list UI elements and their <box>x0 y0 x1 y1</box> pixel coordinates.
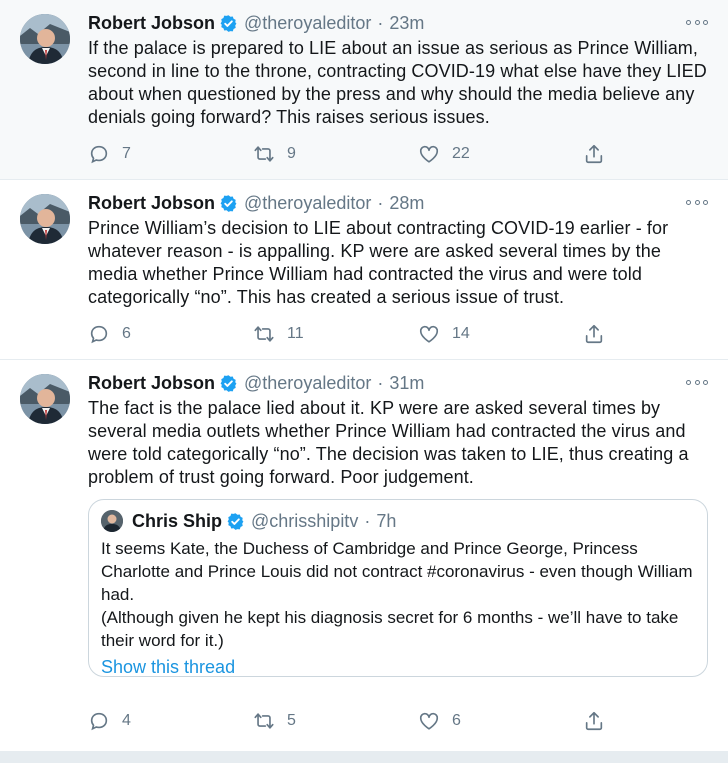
retweet-icon <box>254 326 274 342</box>
share-button[interactable] <box>583 322 605 346</box>
separator: · <box>377 192 384 213</box>
like-count: 14 <box>452 325 470 342</box>
tweet[interactable]: Robert Jobson @theroyaleditor · 23m If t… <box>0 0 728 180</box>
share-button[interactable] <box>583 709 605 733</box>
verified-badge-icon <box>219 194 238 213</box>
reply-button[interactable]: 4 <box>88 709 131 733</box>
quoted-text-para-1: It seems Kate, the Duchess of Cambridge … <box>101 539 693 604</box>
timestamp[interactable]: 31m <box>389 373 424 394</box>
avatar[interactable] <box>20 14 70 64</box>
avatar[interactable] <box>20 194 70 244</box>
reply-count: 7 <box>122 145 131 162</box>
reply-button[interactable]: 6 <box>88 322 131 346</box>
timestamp[interactable]: 28m <box>389 193 424 214</box>
heart-icon <box>419 145 439 163</box>
separator: · <box>377 12 384 33</box>
like-button[interactable]: 14 <box>418 322 470 346</box>
reply-icon <box>90 325 108 344</box>
tweet-actions: 6 11 14 <box>88 322 708 346</box>
quoted-author-handle: @chrisshipitv <box>251 510 359 531</box>
tweet[interactable]: Robert Jobson @theroyaleditor · 31m The … <box>0 360 728 752</box>
tweet-actions: 7 9 22 <box>88 142 708 166</box>
quoted-tweet[interactable]: Chris Ship @chrisshipitv · 7h It seems K… <box>88 499 708 677</box>
share-icon <box>585 144 603 164</box>
quoted-text-para-2: (Although given he kept his diagnosis se… <box>101 608 679 650</box>
author-name[interactable]: Robert Jobson <box>88 373 215 394</box>
retweet-count: 5 <box>287 712 296 729</box>
quoted-tweet-text: It seems Kate, the Duchess of Cambridge … <box>101 537 695 652</box>
verified-badge-icon <box>219 14 238 33</box>
like-button[interactable]: 6 <box>418 709 461 733</box>
tweet-actions: 4 5 6 <box>88 709 708 733</box>
timeline-divider <box>0 752 728 763</box>
retweet-count: 11 <box>287 325 304 342</box>
timestamp[interactable]: 23m <box>389 13 424 34</box>
author-handle[interactable]: @theroyaleditor <box>244 373 371 394</box>
author-name[interactable]: Robert Jobson <box>88 193 215 214</box>
separator: · <box>377 372 384 393</box>
more-options-icon[interactable] <box>686 15 708 29</box>
tweet[interactable]: Robert Jobson @theroyaleditor · 28m Prin… <box>0 180 728 360</box>
heart-icon <box>419 712 439 730</box>
reply-count: 6 <box>122 325 131 342</box>
quoted-avatar <box>101 510 123 532</box>
tweet-text: The fact is the palace lied about it. KP… <box>88 398 689 487</box>
heart-icon <box>419 325 439 343</box>
avatar[interactable] <box>20 374 70 424</box>
author-handle[interactable]: @theroyaleditor <box>244 193 371 214</box>
author-handle[interactable]: @theroyaleditor <box>244 13 371 34</box>
reply-button[interactable]: 7 <box>88 142 131 166</box>
retweet-icon <box>254 146 274 162</box>
tweet-header: Robert Jobson @theroyaleditor · 28m <box>88 191 708 215</box>
more-options-icon[interactable] <box>686 195 708 209</box>
like-button[interactable]: 22 <box>418 142 470 166</box>
quoted-timestamp: 7h <box>376 510 397 531</box>
timeline: Robert Jobson @theroyaleditor · 23m If t… <box>0 0 728 763</box>
show-thread-link[interactable]: Show this thread <box>101 657 695 678</box>
quoted-tweet-header: Chris Ship @chrisshipitv · 7h <box>101 510 695 532</box>
retweet-icon <box>254 713 274 729</box>
more-options-icon[interactable] <box>686 375 708 389</box>
quoted-author-name: Chris Ship <box>132 510 223 531</box>
verified-badge-icon <box>219 374 238 393</box>
retweet-button[interactable]: 11 <box>253 322 304 346</box>
reply-count: 4 <box>122 712 131 729</box>
tweet-header: Robert Jobson @theroyaleditor · 31m <box>88 371 708 395</box>
tweet-text: Prince William’s decision to LIE about c… <box>88 218 669 307</box>
separator: · <box>364 510 371 531</box>
like-count: 6 <box>452 712 461 729</box>
retweet-count: 9 <box>287 145 296 162</box>
tweet-text: If the palace is prepared to LIE about a… <box>88 38 707 127</box>
reply-icon <box>90 712 108 731</box>
retweet-button[interactable]: 5 <box>253 709 296 733</box>
share-button[interactable] <box>583 142 605 166</box>
author-name[interactable]: Robert Jobson <box>88 13 215 34</box>
verified-badge-icon <box>226 512 245 531</box>
retweet-button[interactable]: 9 <box>253 142 296 166</box>
reply-icon <box>90 145 108 164</box>
share-icon <box>585 324 603 344</box>
share-icon <box>585 711 603 731</box>
like-count: 22 <box>452 145 470 162</box>
tweet-header: Robert Jobson @theroyaleditor · 23m <box>88 11 708 35</box>
